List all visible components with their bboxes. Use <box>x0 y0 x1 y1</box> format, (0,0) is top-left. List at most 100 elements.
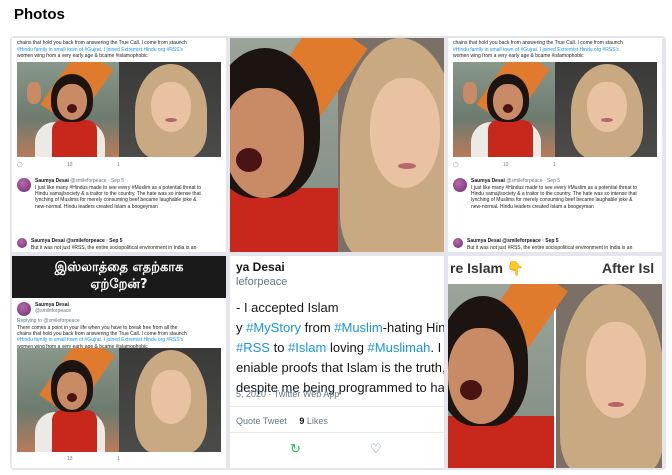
tweet-body: I just like many #Hindus made to see eve… <box>35 185 221 210</box>
tweet-screenshot: chains that hold you back from answering… <box>448 38 662 252</box>
hashtag: #MyStory <box>246 320 302 335</box>
author-name: Saumya Desai <box>35 178 69 184</box>
likes-count: 9 <box>299 416 305 426</box>
tweet-actions: 13 1 <box>17 456 217 464</box>
reply-icon: ◯ <box>17 162 23 168</box>
reply-icon: ◯ <box>453 162 459 168</box>
text-run: to <box>269 340 289 355</box>
mouth-shape <box>460 380 482 400</box>
retweet-count: 13 <box>67 456 73 462</box>
text-run: y <box>236 320 247 335</box>
like-count: 1 <box>117 162 120 168</box>
author-name: Saumya Desai <box>471 178 505 184</box>
author-handle: leforpeace <box>236 276 288 288</box>
tweet-intro: chains that hold you back from answering… <box>12 40 192 60</box>
avatar <box>17 302 31 316</box>
author-handle: @smileforpeace <box>35 308 72 314</box>
face-shape <box>370 78 440 188</box>
photo-thumbnail-3[interactable]: chains that hold you back from answering… <box>448 38 662 252</box>
photo-thumbnail-4[interactable]: இஸ்லாத்தை எதற்காக ஏற்றேன்? Saumya Desai … <box>12 256 226 468</box>
mouth-shape <box>608 402 624 407</box>
retweet-count: 13 <box>503 162 509 168</box>
tweet-reply: Saumya Desai @smileforpeace · Sep 5 I ju… <box>17 178 221 226</box>
tweet-body: There comes a point in your life when yo… <box>17 325 221 350</box>
hashtag: #RSS <box>236 340 270 355</box>
avatar <box>17 178 31 192</box>
text-run: . I a <box>430 340 444 355</box>
tweet-line: #RSS to #Islam loving #Muslimah. I a <box>236 338 444 358</box>
tweet-actions: ◯ 13 1 <box>453 162 653 170</box>
like-count: 1 <box>553 162 556 168</box>
tweet-actions: ◯ 13 1 <box>17 162 217 170</box>
face-shape <box>448 328 514 424</box>
tweet-author: Saumya Desai @smileforpeace · Sep 5 <box>471 178 560 184</box>
tweet-line: chains that hold you back from answering… <box>453 40 623 46</box>
tweet-author: Saumya Desai @smileforpeace · Sep 5 <box>31 238 123 244</box>
divider <box>230 432 444 433</box>
tweet-photo <box>17 348 221 452</box>
section-title: Photos <box>14 6 65 23</box>
retweet-icon: ↻ <box>290 441 301 456</box>
text-run: loving <box>326 340 368 355</box>
mouth-shape <box>398 163 416 169</box>
divider <box>230 406 444 407</box>
after-label: After Isl <box>602 260 655 276</box>
photo-thumbnail-5[interactable]: ya Desai leforpeace - I accepted Islam y… <box>230 256 444 468</box>
tweet-photo <box>453 62 657 157</box>
hashtag: #Muslim <box>334 320 383 335</box>
retweet-count: 13 <box>67 162 73 168</box>
mouth-shape <box>236 148 262 172</box>
photo-thumbnail-1[interactable]: chains that hold you back from answering… <box>12 38 226 252</box>
avatar <box>17 238 27 248</box>
tweet-line: y #MyStory from #Muslim-hating Hin <box>236 318 444 338</box>
before-label: re Islam 👇 <box>450 260 525 276</box>
tweet-line: new-normal. Hindu leaders created Islam … <box>35 203 158 210</box>
tweet-photo <box>17 62 221 157</box>
tweet-author: Saumya Desai @smileforpeace · Sep 5 <box>467 238 559 244</box>
hashtag: #Muslimah <box>367 340 431 355</box>
tweet-line: chains that hold you back from answering… <box>17 40 187 46</box>
tweet-intro: chains that hold you back from answering… <box>448 40 628 60</box>
quote-tweet-label: Quote Tweet <box>236 416 287 426</box>
hashtag: #Islam <box>288 340 327 355</box>
tweet-line: But it was not just #RSS, the entire soc… <box>31 245 197 251</box>
text-run: -hating Hin <box>382 320 444 335</box>
tweet-meta: 5, 2020 · Twitter Web App <box>236 389 340 399</box>
red-scarf <box>230 188 338 252</box>
text-run: from <box>301 320 335 335</box>
tweet-body: - I accepted Islam y #MyStory from #Musl… <box>236 298 444 398</box>
tweet-line: new-normal. Hindu leaders created Islam … <box>471 203 594 210</box>
tamil-banner: இஸ்லாத்தை எதற்காக ஏற்றேன்? <box>12 256 226 298</box>
caption-strip: re Islam 👇 After Isl <box>448 256 662 284</box>
photo-thumbnail-2[interactable] <box>230 38 444 252</box>
tweet-author: ya Desai <box>236 260 285 274</box>
tweet-line: lynching of Muslims for merely consuming… <box>35 197 197 204</box>
banner-line: ஏற்றேன்? <box>90 277 148 292</box>
tweet-next: Saumya Desai @smileforpeace · Sep 5 But … <box>453 238 657 252</box>
author-handle: @smileforpeace · Sep 5 <box>506 178 561 184</box>
tweet-line: lynching of Muslims for merely consuming… <box>471 197 633 204</box>
avatar <box>453 178 467 192</box>
replying-to: Replying to @smileforpeace <box>17 318 80 324</box>
tweet-screenshot: chains that hold you back from answering… <box>12 38 226 252</box>
tweet-line: women wing from a very early age & bcame… <box>453 53 584 59</box>
photo-grid: chains that hold you back from answering… <box>10 36 666 470</box>
likes-label: Likes <box>306 416 328 426</box>
author-handle: @smileforpeace · Sep 5 <box>70 178 125 184</box>
avatar <box>453 238 463 248</box>
heart-icon: ♡ <box>370 441 382 456</box>
tweet-author: Saumya Desai @smileforpeace · Sep 5 <box>35 178 124 184</box>
tweet-line: eniable proofs that Islam is the truth, … <box>236 360 444 375</box>
banner-line: இஸ்லாத்தை எதற்காக <box>54 260 184 275</box>
tweet-reply: Saumya Desai @smileforpeace · Sep 5 I ju… <box>453 178 657 226</box>
tweet-line: But it was not just #RSS, the entire soc… <box>467 245 633 251</box>
photo-thumbnail-6[interactable]: re Islam 👇 After Isl <box>448 256 662 468</box>
like-count: 1 <box>117 456 120 462</box>
tweet-stats: Quote Tweet 9 Likes <box>236 416 328 426</box>
tweet-header: Saumya Desai @smileforpeace Replying to … <box>17 302 221 350</box>
tweet-next: Saumya Desai @smileforpeace · Sep 5 But … <box>17 238 221 252</box>
tweet-line: women wing from a very early age & bcame… <box>17 53 148 59</box>
tweet-line: - I accepted Islam <box>236 300 339 315</box>
tweet-body: I just like many #Hindus made to see eve… <box>471 185 657 210</box>
photos-header: Photos <box>0 0 672 36</box>
